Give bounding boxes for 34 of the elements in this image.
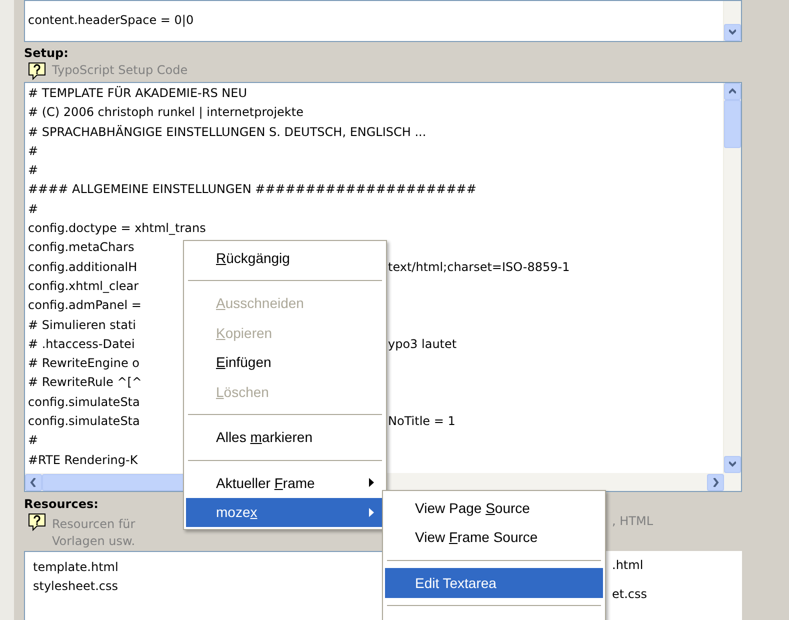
code-line: #	[28, 163, 38, 178]
code-line: # SPRACHABHÄNGIGE EINSTELLUNGEN S. DEUTSCH, ENGLISCH ...	[28, 124, 426, 139]
code-line: #	[28, 433, 38, 448]
code-line: config.admPanel =	[28, 298, 142, 312]
code-line: # RewriteEngine o	[28, 356, 140, 370]
code-line: # .htaccess-Datei	[28, 336, 135, 351]
code-line: #### ALLGEMEINE EINSTELLUNGEN ######################	[28, 182, 476, 196]
help-text: TypoScript Setup Code	[52, 62, 188, 79]
code-line: #RTE Rendering-K	[28, 452, 138, 467]
code-line: config.simulateSta	[28, 394, 140, 409]
help-text: , HTML	[612, 513, 654, 530]
help-text: Resourcen für	[52, 517, 136, 531]
code-line: #	[28, 144, 38, 158]
code-line: NoTitle = 1	[388, 413, 456, 430]
help-text: Vorlagen usw.	[52, 533, 136, 550]
section-title: Setup:	[24, 46, 68, 60]
section-title: Resources:	[24, 497, 98, 511]
code-line: content.headerSpace = 0|0	[28, 12, 194, 30]
file-name: stylesheet.css	[33, 578, 118, 596]
code-line: config.doctype = xhtml_trans	[28, 221, 206, 236]
code-line: config.simulateSta	[28, 414, 140, 428]
code-line: text/html;charset=ISO-8859-1	[388, 258, 570, 276]
code-line: ypo3 lautet	[388, 336, 457, 353]
file-name: et.css	[612, 586, 648, 603]
code-line: # (C) 2006 christoph runkel | internetprojekte	[28, 105, 304, 120]
code-line: # Simulieren stati	[28, 318, 136, 332]
code-line: # RewriteRule ^[^	[28, 375, 142, 390]
code-line: config.additionalH	[28, 260, 138, 274]
code-line: config.metaChars	[28, 240, 134, 254]
file-name: .html	[612, 557, 644, 574]
code-line: config.xhtml_clear	[28, 278, 139, 293]
code-line: # TEMPLATE FÜR AKADEMIE-RS NEU	[28, 86, 247, 100]
code-line: #	[28, 202, 38, 216]
file-name: template.html	[33, 559, 118, 576]
